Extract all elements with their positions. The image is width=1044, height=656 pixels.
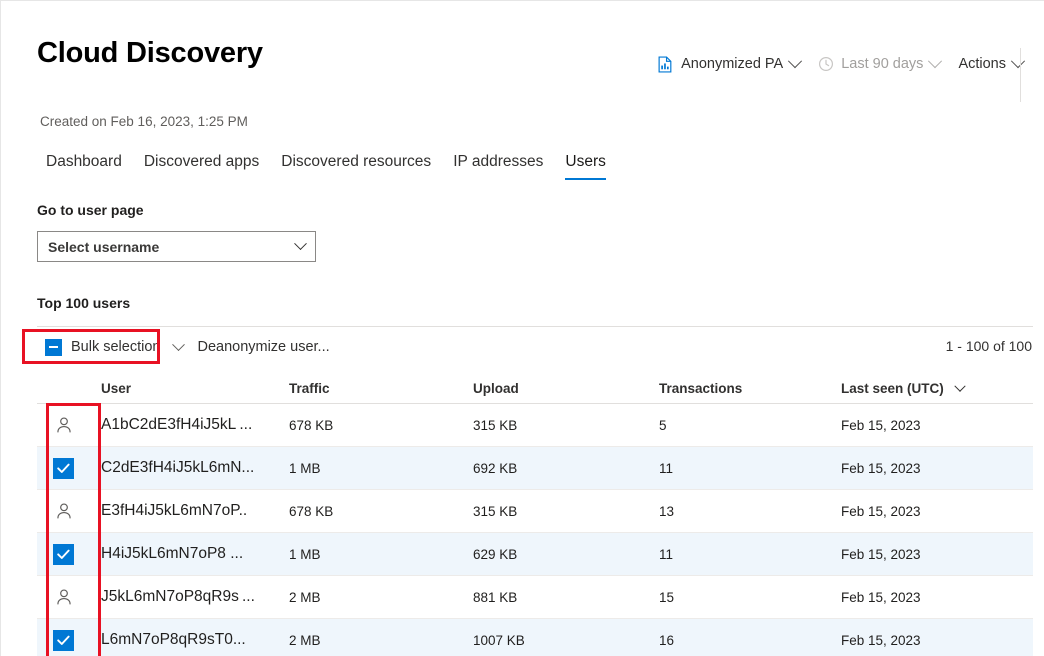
- row-select-toggle[interactable]: [37, 500, 101, 522]
- cell-user[interactable]: E3fH4iJ5kL6mN7oP..: [101, 502, 289, 520]
- pagination-count: 1 - 100 of 100: [946, 338, 1032, 354]
- date-range-selector[interactable]: Last 90 days: [809, 52, 949, 76]
- table-row[interactable]: A1bC2dE3fH4iJ5kL ...678 KB315 KB5Feb 15,…: [37, 404, 1033, 447]
- column-header-last-seen[interactable]: Last seen (UTC): [841, 381, 1033, 396]
- cell-transactions: 16: [659, 633, 841, 648]
- toolbar-divider: [37, 326, 1033, 327]
- table-row[interactable]: J5kL6mN7oP8qR9s ...2 MB881 KB15Feb 15, 2…: [37, 576, 1033, 619]
- bulk-selection-label: Bulk selection: [71, 339, 160, 355]
- clock-icon: [818, 56, 834, 72]
- chevron-down-icon: [1011, 54, 1025, 68]
- cell-upload: 1007 KB: [473, 633, 659, 648]
- cell-traffic: 1 MB: [289, 547, 473, 562]
- chevron-down-icon: [788, 54, 802, 68]
- cell-user[interactable]: C2dE3fH4iJ5kL6mN...: [101, 459, 289, 477]
- row-select-toggle[interactable]: [37, 414, 101, 436]
- cell-last-seen: Feb 15, 2023: [841, 633, 1033, 648]
- column-header-last-seen-label: Last seen (UTC): [841, 381, 944, 396]
- cell-upload: 629 KB: [473, 547, 659, 562]
- select-username-dropdown[interactable]: Select username: [37, 231, 316, 262]
- page-title: Cloud Discovery: [37, 37, 263, 70]
- tab-dashboard[interactable]: Dashboard: [37, 153, 133, 180]
- cell-upload: 881 KB: [473, 590, 659, 605]
- table-header-row: User Traffic Upload Transactions Last se…: [37, 373, 1033, 404]
- header-divider: [1020, 48, 1021, 102]
- table-row[interactable]: H4iJ5kL6mN7oP8 ...1 MB629 KB11Feb 15, 20…: [37, 533, 1033, 576]
- cell-traffic: 678 KB: [289, 504, 473, 519]
- column-header-traffic[interactable]: Traffic: [289, 381, 473, 396]
- header-controls: Anonymized PA Last 90 days Actions: [648, 52, 1032, 76]
- cell-user[interactable]: A1bC2dE3fH4iJ5kL ...: [101, 416, 289, 434]
- table-row[interactable]: E3fH4iJ5kL6mN7oP..678 KB315 KB13Feb 15, …: [37, 490, 1033, 533]
- list-title: Top 100 users: [37, 295, 130, 311]
- cell-transactions: 15: [659, 590, 841, 605]
- cell-upload: 315 KB: [473, 504, 659, 519]
- cell-traffic: 2 MB: [289, 633, 473, 648]
- column-header-user[interactable]: User: [101, 381, 289, 396]
- cell-traffic: 1 MB: [289, 461, 473, 476]
- cell-last-seen: Feb 15, 2023: [841, 547, 1033, 562]
- person-icon[interactable]: [53, 414, 75, 436]
- cell-transactions: 11: [659, 461, 841, 476]
- chevron-down-icon: [294, 237, 307, 250]
- cell-last-seen: Feb 15, 2023: [841, 418, 1033, 433]
- cloud-discovery-page: Cloud Discovery Anonymized PA: [0, 0, 1044, 656]
- created-on-text: Created on Feb 16, 2023, 1:25 PM: [40, 114, 248, 129]
- date-range-label: Last 90 days: [841, 56, 923, 72]
- person-icon[interactable]: [53, 500, 75, 522]
- column-header-upload[interactable]: Upload: [473, 381, 659, 396]
- tab-users[interactable]: Users: [554, 153, 616, 180]
- cell-last-seen: Feb 15, 2023: [841, 461, 1033, 476]
- cell-last-seen: Feb 15, 2023: [841, 590, 1033, 605]
- cell-transactions: 13: [659, 504, 841, 519]
- tab-discovered-apps[interactable]: Discovered apps: [133, 153, 270, 180]
- row-select-toggle[interactable]: [37, 458, 101, 479]
- cell-upload: 315 KB: [473, 418, 659, 433]
- column-header-transactions[interactable]: Transactions: [659, 381, 841, 396]
- cell-transactions: 5: [659, 418, 841, 433]
- sort-descending-icon: [954, 380, 965, 391]
- bulk-selection-checkbox[interactable]: [45, 339, 62, 356]
- users-table: User Traffic Upload Transactions Last se…: [37, 373, 1033, 656]
- row-select-toggle[interactable]: [37, 586, 101, 608]
- cell-user[interactable]: H4iJ5kL6mN7oP8 ...: [101, 545, 289, 563]
- anonymized-pa-label: Anonymized PA: [681, 56, 783, 72]
- actions-label: Actions: [958, 56, 1006, 72]
- row-select-toggle[interactable]: [37, 544, 101, 565]
- chevron-down-icon[interactable]: [173, 338, 186, 351]
- cell-traffic: 678 KB: [289, 418, 473, 433]
- person-icon[interactable]: [53, 586, 75, 608]
- row-select-toggle[interactable]: [37, 630, 101, 651]
- tab-discovered-resources[interactable]: Discovered resources: [270, 153, 442, 180]
- cell-last-seen: Feb 15, 2023: [841, 504, 1033, 519]
- table-row[interactable]: L6mN7oP8qR9sT0...2 MB1007 KB16Feb 15, 20…: [37, 619, 1033, 656]
- list-toolbar: Bulk selection Deanonymize user...: [37, 333, 340, 361]
- cell-traffic: 2 MB: [289, 590, 473, 605]
- cell-upload: 692 KB: [473, 461, 659, 476]
- anonymized-pa-selector[interactable]: Anonymized PA: [648, 52, 809, 76]
- cell-user[interactable]: L6mN7oP8qR9sT0...: [101, 631, 289, 649]
- go-to-user-page-label: Go to user page: [37, 202, 144, 218]
- deanonymize-user-button[interactable]: Deanonymize user...: [187, 339, 339, 355]
- cell-transactions: 11: [659, 547, 841, 562]
- cell-user[interactable]: J5kL6mN7oP8qR9s ...: [101, 588, 289, 606]
- chevron-down-icon: [928, 54, 942, 68]
- select-username-placeholder: Select username: [48, 239, 296, 255]
- report-chart-icon: [657, 56, 674, 73]
- tab-bar: Dashboard Discovered apps Discovered res…: [37, 153, 617, 180]
- table-body: A1bC2dE3fH4iJ5kL ...678 KB315 KB5Feb 15,…: [37, 404, 1033, 656]
- bulk-selection-button[interactable]: Bulk selection: [37, 333, 166, 361]
- tab-ip-addresses[interactable]: IP addresses: [442, 153, 554, 180]
- table-row[interactable]: C2dE3fH4iJ5kL6mN...1 MB692 KB11Feb 15, 2…: [37, 447, 1033, 490]
